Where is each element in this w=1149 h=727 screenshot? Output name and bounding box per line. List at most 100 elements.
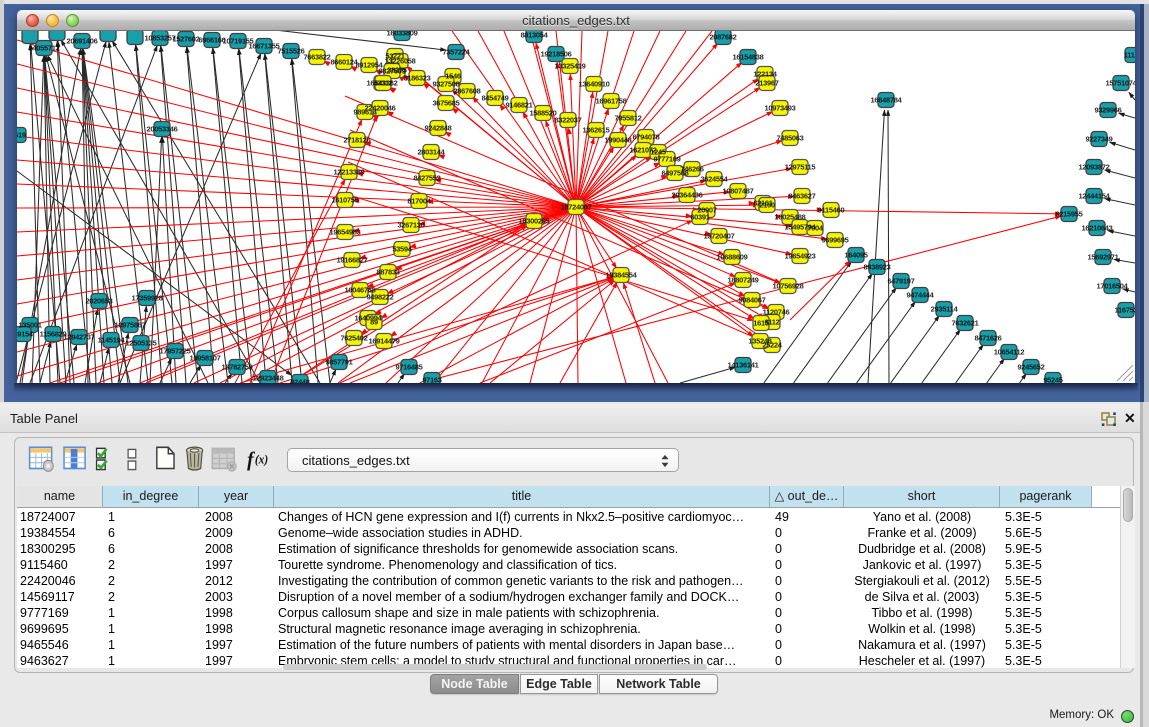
svg-text:10807487: 10807487 xyxy=(723,186,754,195)
svg-text:18300295: 18300295 xyxy=(519,216,550,225)
svg-text:817004: 817004 xyxy=(407,196,431,205)
svg-text:1527602: 1527602 xyxy=(172,34,199,43)
svg-text:19654923: 19654923 xyxy=(785,251,816,260)
svg-text:7625402: 7625402 xyxy=(340,333,367,342)
svg-text:8427552: 8427552 xyxy=(413,173,440,182)
svg-text:18807249: 18807249 xyxy=(728,275,759,284)
svg-text:12942737: 12942737 xyxy=(64,332,95,341)
svg-text:10025488: 10025488 xyxy=(775,212,806,221)
svg-text:14055712: 14055712 xyxy=(29,43,60,52)
svg-text:8660124: 8660124 xyxy=(330,57,358,66)
svg-text:60391: 60391 xyxy=(690,212,709,221)
svg-text:8322037: 8322037 xyxy=(554,115,581,124)
svg-text:15751074: 15751074 xyxy=(1106,78,1135,87)
svg-text:3624554: 3624554 xyxy=(700,174,728,183)
svg-text:2160: 2160 xyxy=(759,200,775,209)
svg-text:8813054: 8813054 xyxy=(520,31,548,39)
svg-text:2867608: 2867608 xyxy=(453,86,480,95)
svg-text:19384554: 19384554 xyxy=(606,270,638,279)
svg-text:9242848: 9242848 xyxy=(424,123,451,132)
svg-text:9777169: 9777169 xyxy=(653,154,680,163)
svg-text:16648784: 16648784 xyxy=(871,95,903,104)
svg-text:1145194: 1145194 xyxy=(98,335,126,344)
svg-text:1640994: 1640994 xyxy=(354,313,382,322)
svg-text:(x): (x) xyxy=(255,452,268,467)
svg-text:97163: 97163 xyxy=(422,375,441,383)
svg-text:12923448: 12923448 xyxy=(253,373,284,382)
svg-text:6479197: 6479197 xyxy=(887,276,914,285)
svg-text:10756928: 10756928 xyxy=(773,281,804,290)
svg-text:9329966: 9329966 xyxy=(1094,105,1121,114)
svg-text:12093872: 12093872 xyxy=(1079,162,1110,171)
svg-text:12213389: 12213389 xyxy=(334,167,365,176)
svg-text:8471626: 8471626 xyxy=(974,333,1001,342)
svg-text:7357224: 7357224 xyxy=(442,47,470,56)
svg-text:135248: 135248 xyxy=(748,336,771,345)
svg-text:122134: 122134 xyxy=(753,69,777,78)
svg-text:887833: 887833 xyxy=(376,267,399,276)
svg-text:92448: 92448 xyxy=(290,377,309,383)
svg-text:2020653: 2020653 xyxy=(85,296,112,305)
svg-text:7904: 7904 xyxy=(807,223,824,232)
svg-text:9857791: 9857791 xyxy=(325,357,352,366)
svg-text:9498222: 9498222 xyxy=(366,292,393,301)
svg-text:116753: 116753 xyxy=(1115,305,1135,314)
svg-text:19218506: 19218506 xyxy=(541,49,572,58)
svg-text:1610755: 1610755 xyxy=(331,195,358,204)
svg-text:9716485: 9716485 xyxy=(395,362,422,371)
svg-text:2087682: 2087682 xyxy=(709,32,736,41)
svg-text:16671355: 16671355 xyxy=(249,41,280,50)
svg-text:7955812: 7955812 xyxy=(614,113,641,122)
svg-text:7485063: 7485063 xyxy=(776,133,803,142)
svg-text:20364436: 20364436 xyxy=(672,190,703,199)
svg-text:9227349: 9227349 xyxy=(1085,134,1112,143)
svg-text:1120746: 1120746 xyxy=(763,307,790,316)
svg-text:12444154: 12444154 xyxy=(1079,191,1111,200)
svg-text:16914479: 16914479 xyxy=(369,336,400,345)
svg-text:13325419: 13325419 xyxy=(555,61,586,70)
svg-text:9084067: 9084067 xyxy=(738,295,765,304)
svg-text:9245652: 9245652 xyxy=(1017,362,1044,371)
svg-text:17957225: 17957225 xyxy=(160,346,191,355)
svg-text:20691406: 20691406 xyxy=(67,36,98,45)
svg-text:2718126: 2718126 xyxy=(343,135,370,144)
svg-text:15692971: 15692971 xyxy=(1088,252,1119,261)
svg-text:164095: 164095 xyxy=(844,250,867,259)
svg-text:11125: 11125 xyxy=(1124,50,1135,59)
svg-text:17359928: 17359928 xyxy=(132,293,163,302)
svg-text:9115460: 9115460 xyxy=(818,205,845,214)
svg-text:18724007: 18724007 xyxy=(561,202,592,211)
svg-text:12975115: 12975115 xyxy=(785,162,816,171)
svg-text:10975867: 10975867 xyxy=(115,320,146,329)
svg-text:746266: 746266 xyxy=(680,164,703,173)
svg-text:19654983: 19654983 xyxy=(330,227,361,236)
svg-text:9699695: 9699695 xyxy=(821,235,848,244)
svg-text:7663822: 7663822 xyxy=(303,52,330,61)
svg-text:1588520: 1588520 xyxy=(529,108,556,117)
svg-text:9463627: 9463627 xyxy=(788,191,815,200)
svg-text:13640910: 13640910 xyxy=(579,79,610,88)
svg-text:2619: 2619 xyxy=(17,130,26,139)
svg-text:8186323: 8186323 xyxy=(403,73,430,82)
svg-text:9827509: 9827509 xyxy=(378,66,405,75)
svg-text:989614: 989614 xyxy=(353,107,377,116)
svg-text:14136141: 14136141 xyxy=(728,360,759,369)
svg-text:89: 89 xyxy=(370,317,378,326)
svg-text:16961758: 16961758 xyxy=(596,96,627,105)
svg-text:2935114: 2935114 xyxy=(931,304,959,313)
svg-text:1156829: 1156829 xyxy=(40,329,67,338)
svg-text:16154838: 16154838 xyxy=(733,52,764,61)
svg-text:2803144: 2803144 xyxy=(417,147,445,156)
svg-text:16210643: 16210643 xyxy=(1082,223,1113,232)
svg-text:1362615: 1362615 xyxy=(582,125,609,134)
svg-text:20053346: 20053346 xyxy=(147,124,178,133)
svg-text:53594: 53594 xyxy=(392,244,412,253)
svg-text:10654112: 10654112 xyxy=(994,347,1025,356)
svg-text:9474444: 9474444 xyxy=(906,290,934,299)
svg-text:135001: 135001 xyxy=(18,320,41,329)
svg-text:8215955: 8215955 xyxy=(1055,209,1082,218)
svg-text:16782759: 16782759 xyxy=(222,362,253,371)
svg-text:95245: 95245 xyxy=(1043,375,1062,383)
svg-text:10958107: 10958107 xyxy=(190,353,221,362)
svg-text:39154: 39154 xyxy=(17,329,34,338)
